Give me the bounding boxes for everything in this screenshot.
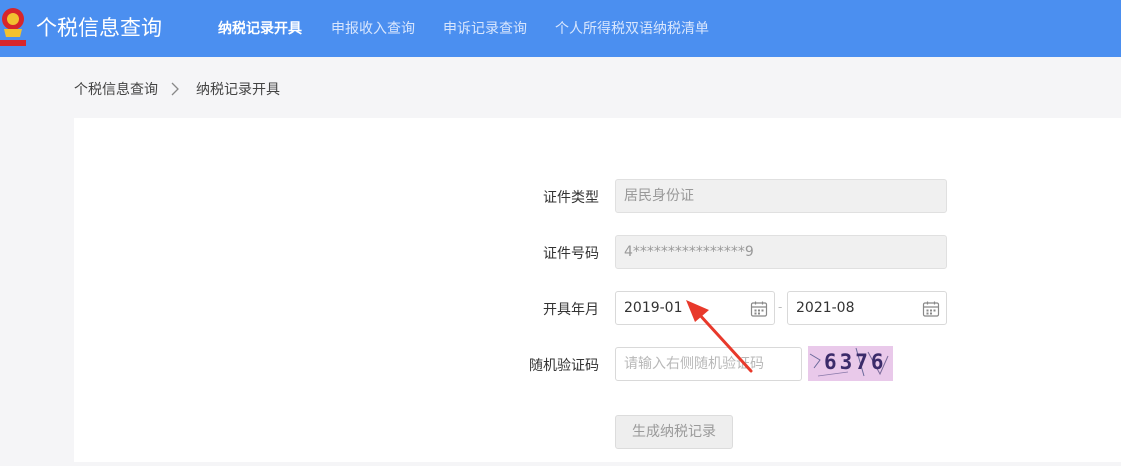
date-range-separator: - bbox=[778, 300, 783, 314]
nav-bilingual-tax-statement[interactable]: 个人所得税双语纳税清单 bbox=[555, 18, 709, 38]
start-month-picker[interactable]: 2019-01 bbox=[615, 291, 775, 325]
form-card bbox=[74, 118, 1121, 462]
breadcrumb-item-current: 纳税记录开具 bbox=[196, 82, 280, 98]
chevron-right-icon bbox=[170, 82, 184, 96]
nav-appeal-record-query[interactable]: 申诉记录查询 bbox=[443, 18, 527, 38]
id-number-label: 证件号码 bbox=[543, 246, 599, 262]
nav-income-declaration-query[interactable]: 申报收入查询 bbox=[331, 18, 415, 38]
breadcrumb: 个税信息查询 纳税记录开具 bbox=[74, 79, 280, 99]
captcha-image[interactable]: 6376 bbox=[808, 346, 893, 381]
captcha-code: 6376 bbox=[824, 350, 887, 374]
breadcrumb-item-home[interactable]: 个税信息查询 bbox=[74, 79, 158, 99]
generate-tax-record-button[interactable]: 生成纳税记录 bbox=[615, 415, 733, 449]
tax-emblem-icon bbox=[0, 8, 26, 46]
app-title[interactable]: 个税信息查询 bbox=[36, 12, 162, 42]
id-type-field: 居民身份证 bbox=[615, 179, 947, 213]
calendar-icon[interactable] bbox=[750, 300, 768, 318]
top-navigation-bar: 个税信息查询 纳税记录开具 申报收入查询 申诉记录查询 个人所得税双语纳税清单 bbox=[0, 0, 1121, 57]
nav-tax-record-issue[interactable]: 纳税记录开具 bbox=[218, 18, 302, 38]
id-type-label: 证件类型 bbox=[543, 190, 599, 206]
issue-period-label: 开具年月 bbox=[543, 302, 599, 318]
id-number-field: 4****************9 bbox=[615, 235, 947, 269]
calendar-icon[interactable] bbox=[922, 300, 940, 318]
captcha-input[interactable]: 请输入右侧随机验证码 bbox=[615, 347, 802, 381]
captcha-label: 随机验证码 bbox=[529, 358, 599, 374]
end-month-picker[interactable]: 2021-08 bbox=[787, 291, 947, 325]
